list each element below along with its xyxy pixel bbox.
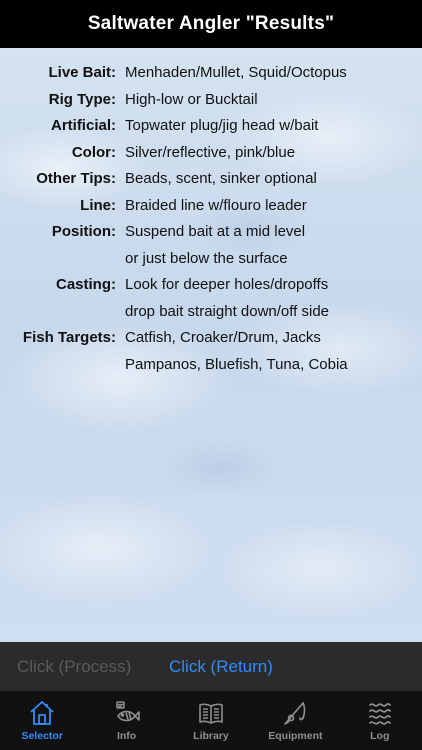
result-value-line: High-low or Bucktail: [125, 90, 258, 108]
return-button[interactable]: Click (Return): [169, 657, 273, 677]
result-label: Fish Targets:: [22, 329, 116, 346]
result-label: Casting:: [56, 276, 116, 293]
result-label: Artificial:: [50, 117, 116, 134]
tab-label: Info: [116, 730, 137, 742]
result-value-line: Silver/reflective, pink/blue: [125, 143, 296, 161]
result-value: High-low or Bucktail: [125, 87, 258, 114]
result-value-line: Braided line w/flouro leader: [125, 196, 307, 214]
result-value-line: Pampanos, Bluefish, Tuna, Cobia: [125, 355, 348, 373]
results-panel: Live Bait: Menhaden/Mullet, Squid/Octopu…: [0, 48, 422, 642]
result-value-line: Topwater plug/jig head w/bait: [125, 117, 319, 134]
tab-selector[interactable]: Selector: [0, 691, 84, 750]
waves-icon: [368, 703, 391, 725]
tab-label: Selector: [21, 730, 63, 742]
tab-label: Library: [193, 730, 229, 742]
process-button[interactable]: Click (Process): [17, 657, 131, 677]
result-value-line: Catfish, Croaker/Drum, Jacks: [125, 329, 321, 346]
result-value-line: drop bait straight down/off side: [125, 302, 330, 320]
result-row-other-tips: Other Tips: Beads, scent, sinker optiona…: [0, 166, 422, 193]
result-label: Position:: [51, 223, 116, 240]
result-row-live-bait: Live Bait: Menhaden/Mullet, Squid/Octopu…: [0, 60, 422, 87]
result-value: Silver/reflective, pink/blue: [125, 140, 295, 167]
result-label: Live Bait:: [48, 64, 116, 81]
fishing-rod-icon: [284, 702, 306, 725]
result-row-casting: Casting: Look for deeper holes/dropoffs …: [0, 272, 422, 325]
result-row-fish-targets: Fish Targets: Catfish, Croaker/Drum, Jac…: [0, 325, 422, 378]
result-label: Line:: [80, 196, 116, 214]
navigation-bar: Saltwater Angler "Results": [0, 0, 422, 48]
result-value-line: Beads, scent, sinker optional: [125, 170, 317, 187]
result-row-rig-type: Rig Type: High-low or Bucktail: [0, 87, 422, 114]
book-icon: [199, 703, 223, 724]
tab-info[interactable]: Info: [84, 691, 168, 750]
result-row-line: Line: Braided line w/flouro leader: [0, 193, 422, 220]
fish-icon: [115, 701, 140, 722]
tab-bar: Selector Info Library Equipment Log: [0, 691, 422, 750]
result-label: Other Tips:: [36, 170, 116, 187]
house-icon: [30, 701, 54, 725]
tab-equipment[interactable]: Equipment: [253, 691, 337, 750]
result-value: Braided line w/flouro leader: [125, 193, 307, 220]
tab-log[interactable]: Log: [338, 691, 422, 750]
result-value-line: or just below the surface: [125, 249, 288, 267]
result-label: Color:: [71, 143, 116, 161]
result-row-artificial: Artificial: Topwater plug/jig head w/bai…: [0, 113, 422, 140]
tab-library[interactable]: Library: [169, 691, 253, 750]
result-value-line: Look for deeper holes/dropoffs: [125, 276, 329, 293]
result-value: Look for deeper holes/dropoffs drop bait…: [125, 272, 329, 325]
action-bar: Click (Process) Click (Return): [0, 642, 422, 691]
result-value: Beads, scent, sinker optional: [125, 166, 317, 193]
tab-label: Log: [370, 730, 390, 742]
result-value: Menhaden/Mullet, Squid/Octopus: [125, 60, 347, 87]
tab-label: Equipment: [268, 730, 323, 742]
result-value-line: Menhaden/Mullet, Squid/Octopus: [125, 64, 347, 81]
result-row-position: Position: Suspend bait at a mid level or…: [0, 219, 422, 272]
result-value-line: Suspend bait at a mid level: [125, 223, 306, 240]
result-value: Topwater plug/jig head w/bait: [125, 113, 318, 140]
result-label: Rig Type:: [48, 90, 116, 108]
result-value: Suspend bait at a mid level or just belo…: [125, 219, 305, 272]
result-row-color: Color: Silver/reflective, pink/blue: [0, 140, 422, 167]
page-title: Saltwater Angler "Results": [87, 13, 335, 34]
result-value: Catfish, Croaker/Drum, Jacks Pampanos, B…: [125, 325, 348, 378]
results-list: Live Bait: Menhaden/Mullet, Squid/Octopu…: [0, 60, 422, 378]
